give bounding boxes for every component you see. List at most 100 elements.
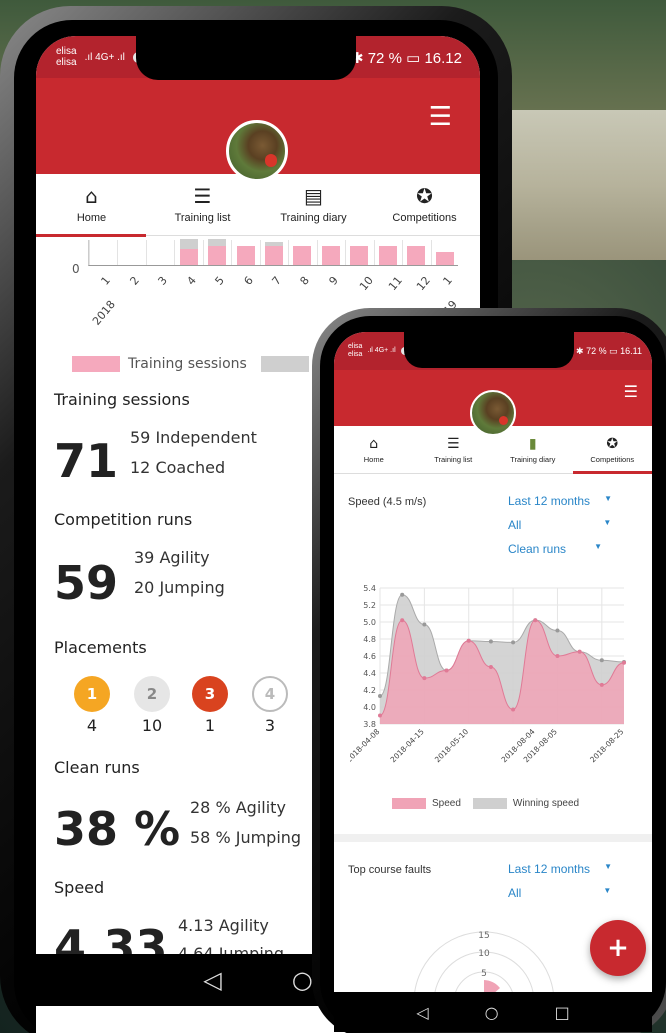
- bar-chart-plot: [88, 239, 458, 266]
- data-point: [400, 592, 405, 597]
- data-point: [488, 665, 493, 670]
- home-button[interactable]: ○: [292, 966, 313, 994]
- signal-icon: .ıl 4G+ .ıl: [84, 51, 125, 63]
- card-divider: [334, 834, 652, 842]
- data-point: [511, 707, 516, 712]
- hamburger-menu-icon[interactable]: ☰: [429, 102, 452, 132]
- filter-category[interactable]: All ▼: [508, 518, 611, 532]
- training-bar: [378, 245, 397, 265]
- data-point: [378, 693, 382, 698]
- bar-gridline: [145, 240, 147, 265]
- bar-x-tick: 7: [269, 274, 284, 288]
- bluetooth-icon: ✱: [576, 345, 584, 356]
- x-tick-label: 2018-04-08: [350, 727, 382, 764]
- filter-runs[interactable]: Clean runs ▼: [508, 542, 602, 556]
- training-coached: 12 Coached: [130, 458, 226, 477]
- hamburger-menu-icon[interactable]: ☰: [624, 382, 638, 401]
- faults-filter-period[interactable]: Last 12 months ▼: [508, 862, 612, 876]
- data-point: [422, 622, 427, 627]
- training-independent: 59 Independent: [130, 428, 257, 447]
- placement-count-1: 4: [86, 716, 98, 735]
- bar-gridline: [259, 240, 261, 265]
- radar-tick-10: 10: [478, 949, 490, 959]
- tab-competitions[interactable]: ✪ Competitions: [572, 426, 653, 474]
- legend-winning-speed: Winning speed: [512, 798, 580, 809]
- tab-bar: ⌂ Home ☰ Training list ▤ Training diary ✪ Co…: [36, 174, 480, 237]
- y-axis-zero-label: 0: [72, 262, 80, 276]
- faults-radar-chart: 15 10 5: [414, 931, 554, 992]
- avatar[interactable]: [470, 390, 516, 436]
- bar-year-label: 2018: [90, 298, 119, 328]
- bar-x-tick: 4: [184, 274, 199, 288]
- bar-x-tick: 2: [127, 274, 142, 288]
- placement-count-2: 10: [141, 716, 163, 735]
- y-tick-label: 4.6: [363, 652, 376, 661]
- speed-area-chart: 3.84.04.24.44.64.85.05.25.42018-04-08 201…: [350, 584, 626, 764]
- notebook-icon: ▮: [528, 436, 537, 452]
- bar-gridline: [345, 240, 347, 265]
- tab-training-diary[interactable]: ▮ Training diary: [493, 426, 573, 473]
- data-point: [378, 713, 382, 718]
- data-point: [400, 618, 405, 623]
- placement-medal-4: 4: [252, 676, 288, 712]
- y-tick-label: 5.2: [363, 601, 376, 610]
- clean-runs-jumping: 58 % Jumping: [190, 828, 302, 847]
- home-button[interactable]: ○: [485, 1003, 499, 1022]
- speed-title: Speed: [54, 878, 105, 897]
- recent-apps-button[interactable]: □: [555, 1003, 570, 1022]
- data-point: [555, 654, 560, 658]
- bar-x-tick: 12: [414, 274, 434, 294]
- faults-card-title: Top course faults: [348, 864, 432, 876]
- battery-icon: ▭: [609, 345, 618, 356]
- training-bar: [435, 252, 454, 265]
- tab-home[interactable]: ⌂ Home: [36, 174, 147, 237]
- home-icon: ⌂: [369, 436, 379, 452]
- tab-home[interactable]: ⌂ Home: [334, 426, 414, 473]
- training-bar: [321, 245, 340, 265]
- bar-gridline: [430, 240, 432, 265]
- data-point: [577, 649, 582, 654]
- bar-gridline: [117, 240, 119, 265]
- legend-swatch-other: [260, 356, 309, 372]
- back-button[interactable]: ◁: [416, 1003, 428, 1022]
- bar-gridline: [402, 240, 404, 265]
- y-tick-label: 4.4: [363, 669, 376, 678]
- award-icon: ✪: [416, 184, 433, 208]
- legend-swatch-training: [72, 356, 120, 372]
- faults-filter-category[interactable]: All ▼: [508, 886, 611, 900]
- data-point: [599, 682, 604, 687]
- clean-runs-agility: 28 % Agility: [190, 798, 286, 817]
- phone-right-screen: elisa elisa .ıl 4G+ .ıl 2 ✱ 72 % ▭ 16.11…: [334, 332, 652, 1032]
- notch: [404, 332, 574, 368]
- bar-x-tick: 11: [385, 274, 405, 294]
- bar-x-tick: 9: [326, 274, 341, 288]
- battery-percent: 72 %: [586, 345, 607, 356]
- avatar[interactable]: [226, 120, 288, 182]
- y-tick-label: 4.2: [363, 686, 376, 695]
- placement-medal-2: 2: [134, 676, 170, 712]
- tab-competitions[interactable]: ✪ Competitions: [369, 174, 480, 235]
- bar-x-tick: 3: [155, 274, 171, 288]
- radar-fault-slice: [484, 980, 500, 992]
- training-bar: [208, 239, 227, 265]
- bar-gridline: [231, 240, 233, 265]
- placement-medal-3: 3: [192, 676, 228, 712]
- signal-icon: .ıl 4G+ .ıl: [367, 347, 396, 354]
- data-point: [555, 628, 560, 633]
- bar-gridline: [288, 240, 290, 265]
- competition-agility: 39 Agility: [134, 548, 210, 567]
- list-icon: ☰: [193, 184, 212, 208]
- tab-training-list[interactable]: ☰ Training list: [147, 174, 258, 235]
- clock: 16.11: [620, 345, 642, 356]
- competition-runs-title: Competition runs: [54, 510, 193, 529]
- bar-chart-legend: Training sessions: [72, 356, 309, 372]
- tab-training-diary[interactable]: ▤ Training diary: [258, 174, 369, 235]
- bar-x-tick: 8: [297, 274, 313, 288]
- bar-x-tick: 5: [212, 274, 228, 288]
- filter-period[interactable]: Last 12 months ▼: [508, 494, 612, 508]
- placement-count-4: 3: [264, 716, 276, 735]
- legend-training-sessions: Training sessions: [128, 356, 247, 372]
- award-icon: ✪: [606, 436, 619, 452]
- back-button[interactable]: ◁: [203, 966, 221, 994]
- add-fab-button[interactable]: +: [590, 920, 646, 976]
